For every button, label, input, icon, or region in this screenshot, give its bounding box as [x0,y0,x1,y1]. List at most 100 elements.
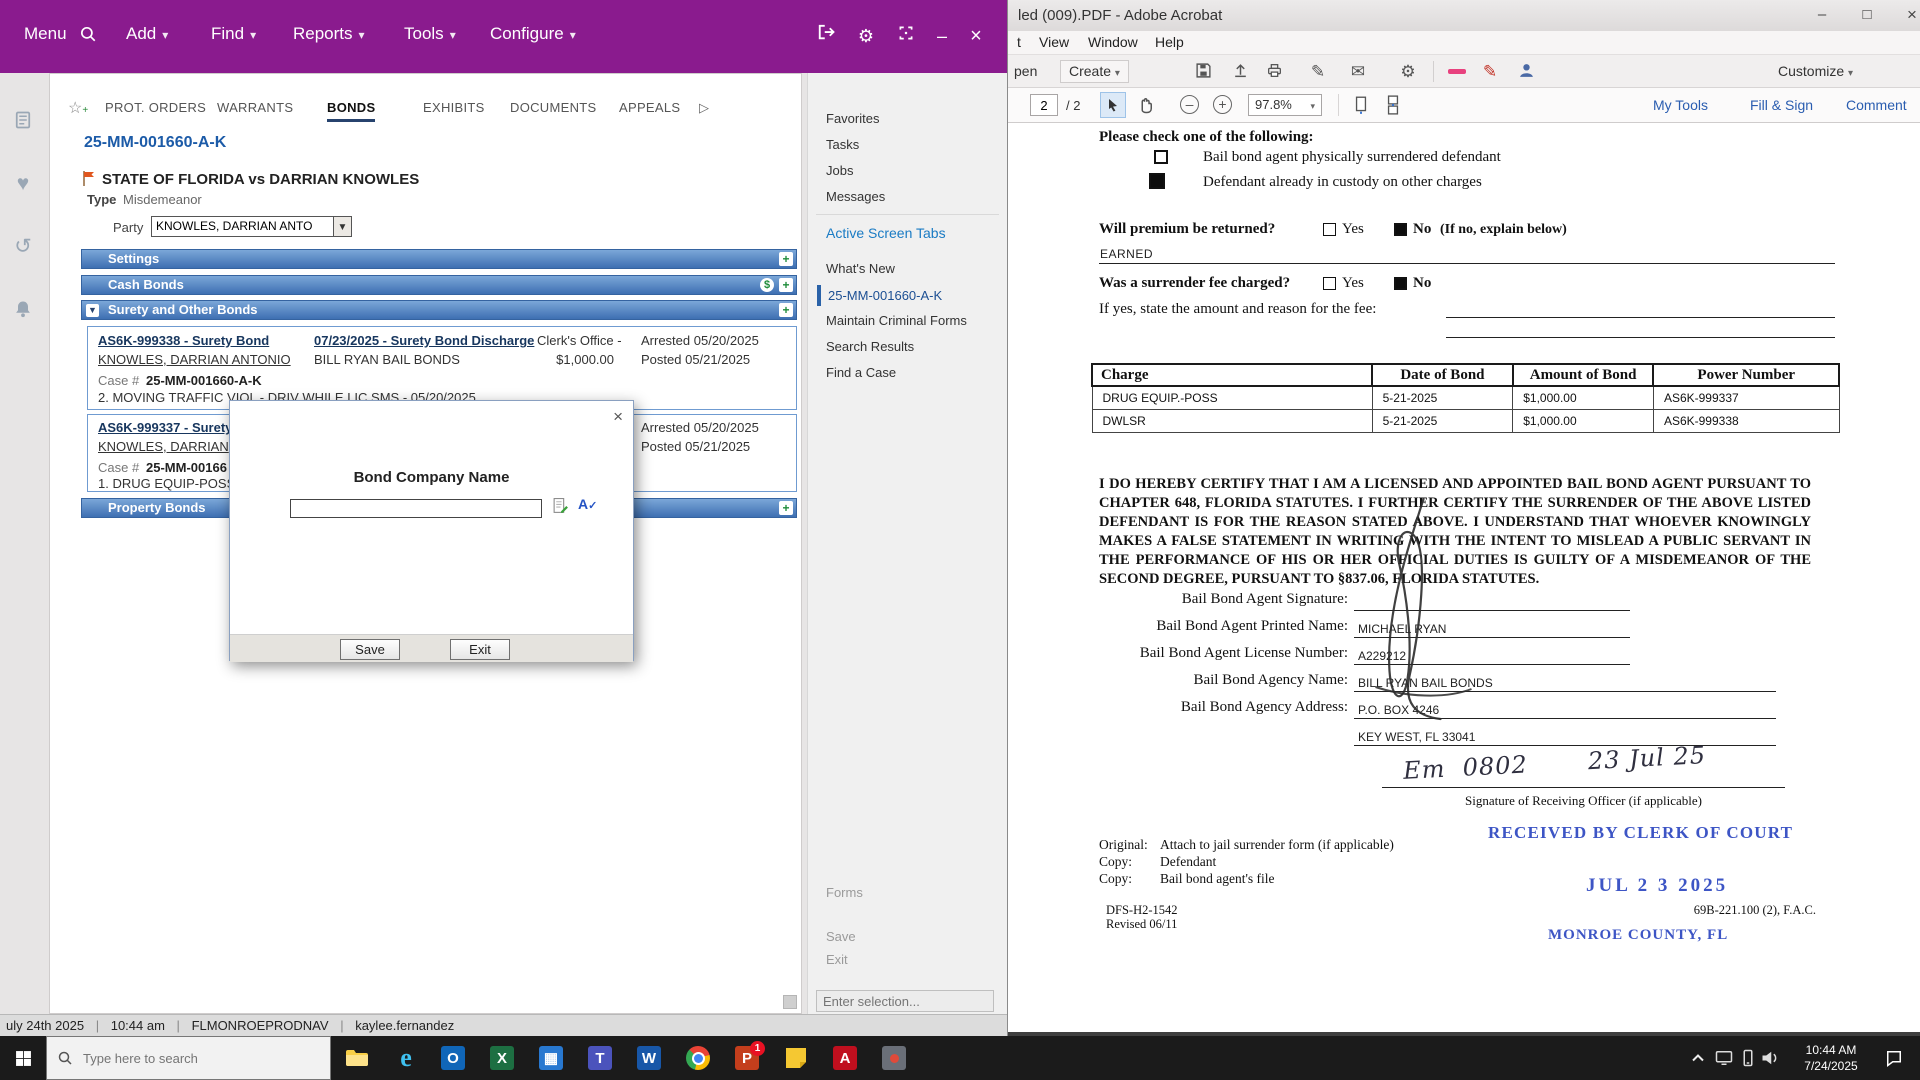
menu-configure[interactable]: Configure▾ [490,24,576,44]
sidebar-tab-current-case[interactable]: 25-MM-001660-A-K [817,285,942,306]
tray-phone-icon[interactable] [1738,1048,1758,1068]
party-dropdown-button[interactable]: ▼ [334,216,352,237]
menu-tools[interactable]: Tools▾ [404,24,456,44]
minimize-icon[interactable]: – [928,22,956,50]
sidebar-tab-find-a-case[interactable]: Find a Case [826,365,896,380]
section-surety-bonds[interactable]: ▼ Surety and Other Bonds + [81,300,797,320]
sidebar-tab-search-results[interactable]: Search Results [826,339,914,354]
start-button[interactable] [0,1036,46,1080]
enter-selection-input[interactable] [816,990,994,1012]
tab-warrants[interactable]: WARRANTS [217,100,293,119]
section-settings[interactable]: Settings + [81,249,797,269]
menu-find[interactable]: Find▾ [211,24,256,44]
page-number-input[interactable] [1030,94,1058,116]
screen-capture-icon[interactable] [872,1043,916,1073]
sticky-notes-icon[interactable] [774,1043,818,1073]
add-icon[interactable]: + [779,501,793,515]
tab-appeals[interactable]: APPEALS [619,100,680,119]
search-input[interactable] [81,1050,301,1067]
menu-help[interactable]: Help [1155,34,1184,50]
checkbox-surrendered[interactable] [1154,150,1168,164]
menu-reports[interactable]: Reports▾ [293,24,365,44]
section-cash-bonds[interactable]: Cash Bonds $ + [81,275,797,295]
dollar-icon[interactable]: $ [760,278,774,292]
zoom-in-icon[interactable]: + [1213,95,1232,114]
add-icon[interactable]: + [779,252,793,266]
sign-document-icon[interactable]: ✎ [1308,62,1328,82]
case-number-link[interactable]: 25-MM-001660-A-K [84,134,226,152]
tray-volume-icon[interactable] [1760,1048,1780,1068]
gear-icon[interactable]: ⚙ [852,22,880,50]
powerpoint-icon[interactable]: P 1 [725,1043,769,1073]
bond-company-name-input[interactable] [290,499,542,518]
checkbox-in-custody[interactable] [1149,173,1165,189]
comment-link[interactable]: Comment [1846,97,1907,113]
lookup-form-icon[interactable] [552,497,569,520]
taskbar-search[interactable] [46,1036,331,1080]
collapse-icon[interactable]: ▼ [86,304,99,317]
zoom-level-select[interactable]: 97.8% ▾ [1248,94,1322,116]
signature-person-icon[interactable] [1516,62,1536,82]
taskbar-clock[interactable]: 10:44 AM 7/24/2025 [1792,1042,1870,1074]
select-tool-button[interactable] [1100,92,1126,118]
chrome-icon[interactable] [676,1043,720,1073]
panel-resize-handle[interactable] [783,995,797,1009]
maximize-icon[interactable]: □ [1848,0,1886,30]
sidebar-item-tasks[interactable]: Tasks [826,137,859,152]
favorites-heart-icon[interactable]: ♥ [12,173,34,195]
menu-edit-partial[interactable]: t [1017,34,1021,50]
save-button[interactable]: Save [340,639,400,660]
print-icon[interactable] [1264,62,1284,82]
gear-icon[interactable]: ⚙ [1398,62,1418,82]
highlight-tool-icon[interactable] [1448,69,1466,74]
pen-tool-icon[interactable]: ✎ [1480,62,1500,82]
menu-button[interactable]: Menu [24,24,67,44]
edge-icon[interactable]: e [384,1043,428,1073]
tray-overflow-chevron-icon[interactable] [1688,1048,1708,1068]
close-icon[interactable]: × [962,22,990,50]
bond-number-link[interactable]: AS6K-999338 - Surety Bond [98,333,269,348]
search-icon[interactable] [74,23,102,51]
fee-no-checkbox[interactable] [1394,277,1407,290]
acrobat-icon[interactable]: A [823,1043,867,1073]
history-icon[interactable]: ↺ [12,236,34,258]
excel-icon[interactable]: X [480,1043,524,1073]
favorite-star-icon[interactable]: ☆+ [68,98,88,118]
outlook-icon[interactable]: O [431,1043,475,1073]
create-button[interactable]: Create ▾ [1060,60,1129,83]
close-icon[interactable]: × [613,407,623,427]
menu-window[interactable]: Window [1088,34,1138,50]
sidebar-tab-maintain-criminal-forms[interactable]: Maintain Criminal Forms [826,313,967,328]
tab-prot-orders[interactable]: PROT. ORDERS [105,100,206,119]
premium-no-checkbox[interactable] [1394,223,1407,236]
customize-button[interactable]: Customize ▾ [1778,63,1853,79]
email-icon[interactable]: ✉ [1348,62,1368,82]
teams-icon[interactable]: T [578,1043,622,1073]
add-icon[interactable]: + [779,303,793,317]
sidebar-item-messages[interactable]: Messages [826,189,885,204]
open-button-partial[interactable]: pen [1014,63,1037,79]
fee-yes-checkbox[interactable] [1323,277,1336,290]
bond-discharge-link[interactable]: 07/23/2025 - Surety Bond Discharge [314,333,534,348]
bond-party-link[interactable]: KNOWLES, DARRIAN [98,439,229,454]
close-icon[interactable]: × [1893,0,1920,30]
sidebar-heading-active-screen-tabs[interactable]: Active Screen Tabs [826,225,946,241]
menu-view[interactable]: View [1039,34,1069,50]
file-explorer-icon[interactable] [335,1043,379,1073]
premium-yes-checkbox[interactable] [1323,223,1336,236]
word-icon[interactable]: W [627,1043,671,1073]
bell-icon[interactable] [12,299,34,321]
tab-bonds[interactable]: BONDS [327,100,375,122]
remote-desktop-icon[interactable]: ▦ [529,1043,573,1073]
tabs-overflow-arrow-icon[interactable]: ▷ [699,100,709,120]
case-list-icon[interactable] [12,110,34,132]
party-select-value[interactable]: KNOWLES, DARRIAN ANTO [151,216,334,237]
scroll-view-icon[interactable] [1384,95,1402,120]
my-tools-link[interactable]: My Tools [1653,97,1708,113]
tray-display-icon[interactable] [1714,1048,1734,1068]
sidebar-item-jobs[interactable]: Jobs [826,163,853,178]
tab-exhibits[interactable]: EXHIBITS [423,100,485,119]
page-view-icon[interactable] [1352,95,1370,120]
save-icon[interactable] [1193,62,1213,82]
sign-out-icon[interactable] [812,22,840,50]
